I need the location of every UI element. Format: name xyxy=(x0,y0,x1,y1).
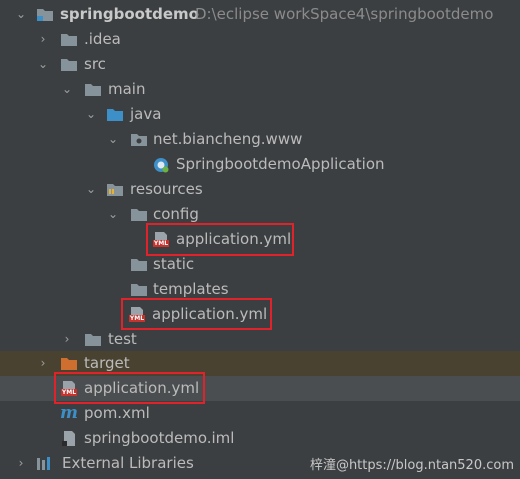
tree-row-test[interactable]: › test xyxy=(0,327,520,352)
maven-icon: m xyxy=(60,403,78,423)
library-icon xyxy=(37,457,50,470)
tree-label: springbootdemo.iml xyxy=(84,429,235,447)
tree-label: application.yml xyxy=(176,230,292,248)
tree-row-resources[interactable]: ⌄ resources xyxy=(0,177,520,202)
excluded-folder-icon xyxy=(61,358,77,370)
source-folder-icon xyxy=(107,109,123,121)
tree-label: resources xyxy=(130,180,203,198)
chevron-down-icon[interactable]: ⌄ xyxy=(36,52,50,77)
tree-row-project-root[interactable]: ⌄ springbootdemo D:\eclipse workSpace4\s… xyxy=(0,2,520,27)
tree-row-src[interactable]: ⌄ src xyxy=(0,52,520,77)
folder-icon xyxy=(131,284,147,296)
chevron-down-icon[interactable]: ⌄ xyxy=(60,77,74,102)
chevron-right-icon[interactable]: › xyxy=(60,327,74,352)
resources-folder-icon xyxy=(107,184,123,196)
tree-row-app-class[interactable]: SpringbootdemoApplication xyxy=(0,152,520,177)
folder-icon xyxy=(131,259,147,271)
chevron-right-icon[interactable]: › xyxy=(36,27,50,52)
chevron-right-icon[interactable]: › xyxy=(14,451,28,476)
tree-label: main xyxy=(108,80,146,98)
yml-badge: YML xyxy=(61,389,77,396)
project-name: springbootdemo xyxy=(60,5,199,23)
tree-row-resources-yml[interactable]: YML application.yml xyxy=(0,302,520,327)
spring-boot-class-icon xyxy=(154,158,169,173)
tree-label: net.biancheng.www xyxy=(153,130,303,148)
folder-icon xyxy=(85,334,101,346)
tree-label: target xyxy=(84,354,130,372)
chevron-down-icon[interactable]: ⌄ xyxy=(106,202,120,227)
yml-badge: YML xyxy=(129,315,145,322)
folder-icon xyxy=(131,209,147,221)
tree-row-java[interactable]: ⌄ java xyxy=(0,102,520,127)
chevron-down-icon[interactable]: ⌄ xyxy=(14,2,28,27)
module-file-icon xyxy=(62,431,75,446)
folder-icon xyxy=(61,59,77,71)
watermark-text: 梓潼@https://blog.ntan520.com xyxy=(309,458,514,473)
yml-file-icon: YML xyxy=(152,231,170,248)
tree-label: templates xyxy=(153,280,229,298)
module-folder-icon xyxy=(37,9,53,21)
tree-label: application.yml xyxy=(84,379,200,397)
tree-row-idea[interactable]: › .idea xyxy=(0,27,520,52)
project-path: D:\eclipse workSpace4\springbootdemo xyxy=(195,5,494,23)
yml-file-icon: YML xyxy=(60,380,78,397)
tree-label: pom.xml xyxy=(84,404,150,422)
folder-icon xyxy=(85,84,101,96)
tree-row-root-yml[interactable]: YML application.yml xyxy=(0,376,520,401)
tree-row-static[interactable]: static xyxy=(0,252,520,277)
tree-label: java xyxy=(130,105,162,123)
chevron-down-icon[interactable]: ⌄ xyxy=(84,177,98,202)
yml-file-icon: YML xyxy=(128,306,146,323)
tree-row-config-yml[interactable]: YML application.yml xyxy=(0,227,520,252)
tree-label: .idea xyxy=(84,30,121,48)
tree-row-config[interactable]: ⌄ config xyxy=(0,202,520,227)
tree-row-pom[interactable]: m pom.xml xyxy=(0,401,520,426)
chevron-down-icon[interactable]: ⌄ xyxy=(84,102,98,127)
tree-row-templates[interactable]: templates xyxy=(0,277,520,302)
tree-row-target[interactable]: › target xyxy=(0,351,520,376)
project-tree: ⌄ springbootdemo D:\eclipse workSpace4\s… xyxy=(0,0,520,479)
tree-label: src xyxy=(84,55,106,73)
tree-label: application.yml xyxy=(152,305,268,323)
tree-label: test xyxy=(108,330,137,348)
tree-label: SpringbootdemoApplication xyxy=(176,155,385,173)
chevron-right-icon[interactable]: › xyxy=(36,351,50,376)
tree-label: static xyxy=(153,255,195,273)
tree-label: External Libraries xyxy=(62,454,194,472)
folder-icon xyxy=(61,34,77,46)
chevron-down-icon[interactable]: ⌄ xyxy=(106,127,120,152)
package-icon xyxy=(131,134,147,146)
tree-row-package[interactable]: ⌄ net.biancheng.www xyxy=(0,127,520,152)
yml-badge: YML xyxy=(153,240,169,247)
tree-label: config xyxy=(153,205,199,223)
tree-row-iml[interactable]: springbootdemo.iml xyxy=(0,426,520,451)
tree-row-main[interactable]: ⌄ main xyxy=(0,77,520,102)
